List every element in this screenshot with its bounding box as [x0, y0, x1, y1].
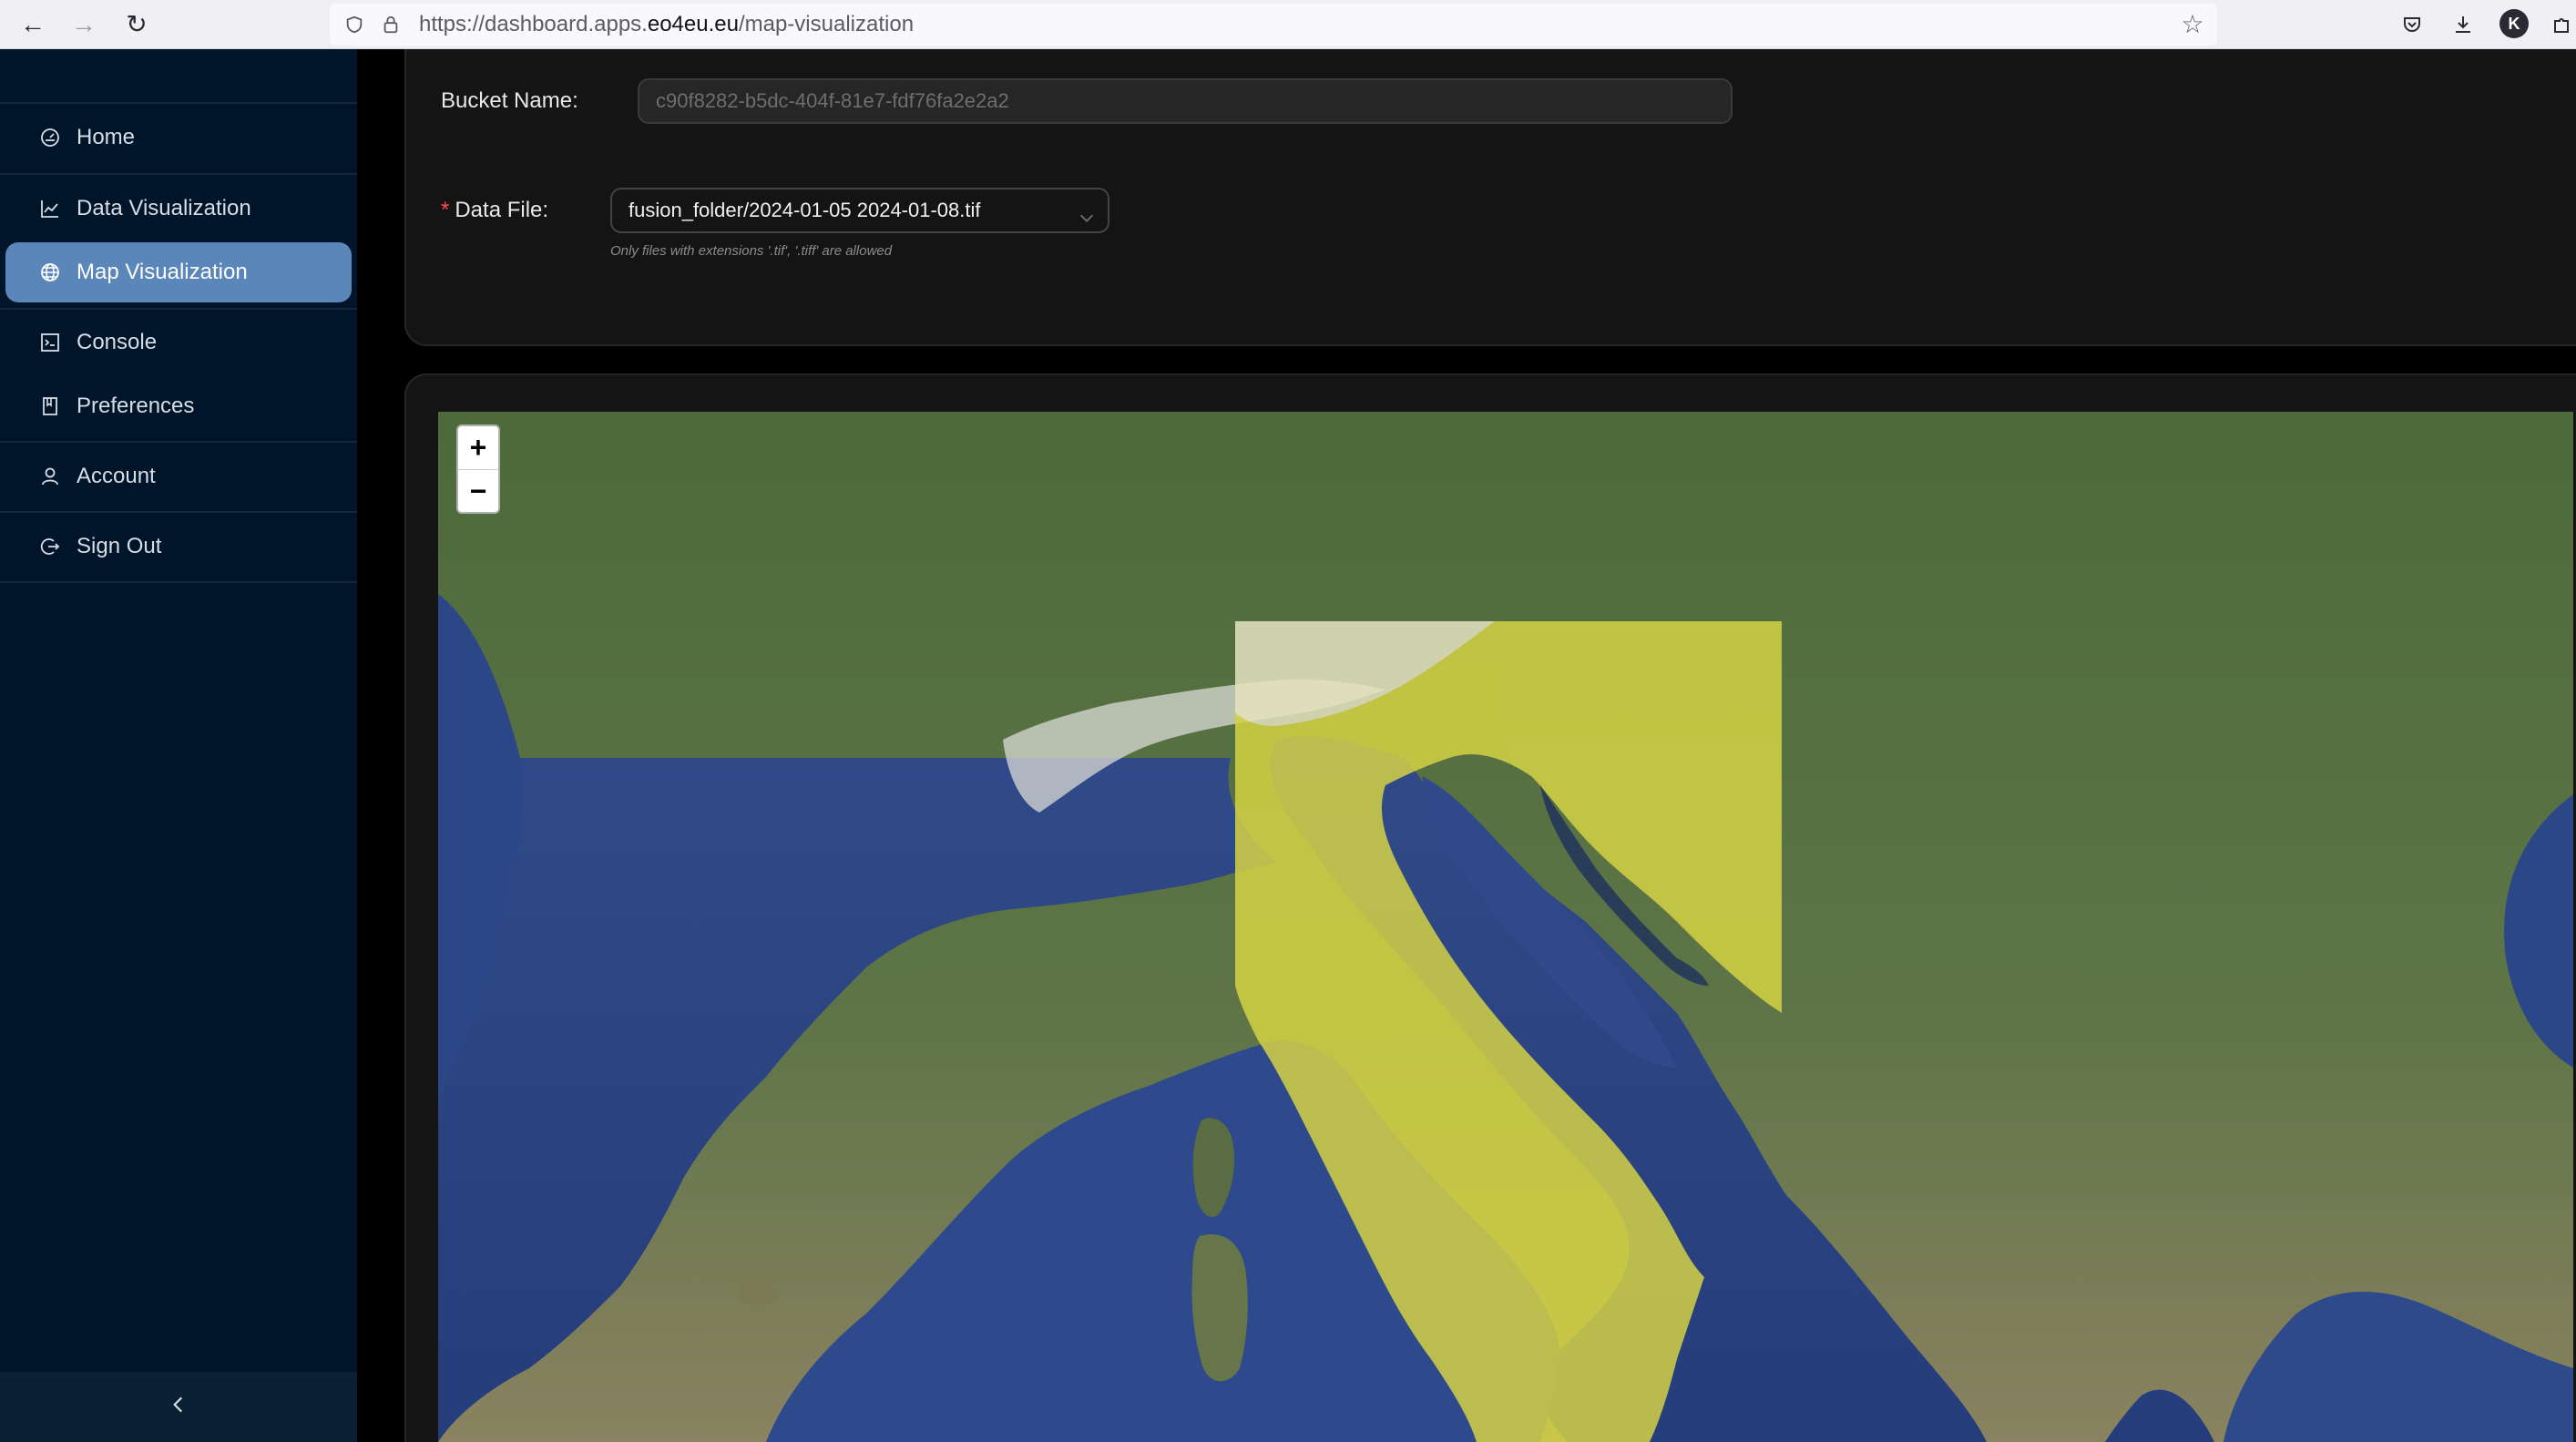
data-file-select[interactable]: fusion_folder/2024-01-05 2024-01-08.tif	[610, 188, 1109, 233]
extensions-icon[interactable]	[2547, 6, 2576, 43]
pocket-icon[interactable]	[2394, 6, 2430, 43]
sidebar-divider	[0, 511, 357, 513]
sidebar-item-label: Preferences	[77, 394, 195, 418]
sidebar-item-preferences[interactable]: Preferences	[5, 376, 352, 436]
zoom-in-button[interactable]: +	[458, 426, 498, 469]
forward-arrow-icon[interactable]: →	[66, 6, 102, 43]
bucket-name-label: Bucket Name:	[441, 88, 578, 113]
required-mark: *	[441, 198, 450, 222]
sidebar-item-home[interactable]: Home	[5, 107, 352, 168]
dashboard-gauge-icon	[38, 126, 62, 149]
sidebar-item-sign-out[interactable]: Sign Out	[5, 516, 352, 577]
account-avatar[interactable]: K	[2499, 9, 2529, 38]
sidebar-divider	[0, 173, 357, 175]
sidebar-item-label: Home	[77, 125, 136, 149]
sidebar-divider	[0, 102, 357, 104]
terminal-icon	[38, 331, 62, 354]
zoom-control: + −	[456, 424, 500, 514]
url-text[interactable]: https://dashboard.apps.eo4eu.eu/map-visu…	[419, 11, 914, 38]
sidebar-item-label: Sign Out	[77, 534, 162, 558]
sidebar-collapse-button[interactable]	[0, 1372, 357, 1442]
back-arrow-icon[interactable]: ←	[15, 6, 51, 43]
bookmark-icon	[38, 394, 62, 418]
bucket-name-input[interactable]: c90f8282-b5dc-404f-81e7-fdf76fa2e2a2	[638, 78, 1733, 124]
sidebar-item-data-visualization[interactable]: Data Visualization	[5, 179, 352, 239]
user-icon	[38, 465, 62, 488]
form-card: Bucket Name: c90f8282-b5dc-404f-81e7-fdf…	[404, 49, 2576, 346]
sidebar-item-account[interactable]: Account	[5, 446, 352, 506]
sidebar-divider	[0, 581, 357, 583]
data-file-selected-value: fusion_folder/2024-01-05 2024-01-08.tif	[629, 199, 981, 221]
logout-icon	[38, 535, 62, 558]
satellite-basemap[interactable]	[438, 412, 2573, 1442]
shield-icon[interactable]	[339, 9, 370, 40]
sidebar-divider	[0, 441, 357, 443]
sidebar-item-console[interactable]: Console	[5, 312, 352, 373]
sidebar: Home Data Visualization Map Visualizatio…	[0, 49, 357, 1442]
chevron-down-icon	[1077, 200, 1097, 222]
zoom-out-button[interactable]: −	[458, 470, 498, 512]
globe-icon	[38, 261, 62, 284]
lock-icon[interactable]	[375, 9, 406, 40]
address-bar[interactable]: https://dashboard.apps.eo4eu.eu/map-visu…	[330, 4, 2217, 46]
line-chart-icon	[38, 197, 62, 220]
sidebar-divider	[0, 308, 357, 310]
sidebar-item-label: Data Visualization	[77, 196, 251, 220]
sidebar-item-label: Console	[77, 330, 158, 354]
download-icon[interactable]	[2445, 6, 2481, 43]
chevron-left-icon	[167, 1393, 190, 1421]
reload-icon[interactable]: ↻	[118, 6, 155, 43]
browser-toolbar: ← → ↻ https://dashboard.apps.eo4eu.eu/ma…	[0, 0, 2576, 49]
sidebar-item-label: Account	[77, 464, 156, 488]
map-view[interactable]: + −	[438, 412, 2573, 1442]
data-file-help-text: Only files with extensions '.tif', '.tif…	[610, 243, 893, 259]
bookmark-star-icon[interactable]: ☆	[2177, 9, 2208, 40]
data-file-label: * Data File:	[441, 198, 549, 222]
sidebar-item-label: Map Visualization	[77, 260, 248, 284]
sidebar-item-map-visualization[interactable]: Map Visualization	[5, 242, 352, 302]
